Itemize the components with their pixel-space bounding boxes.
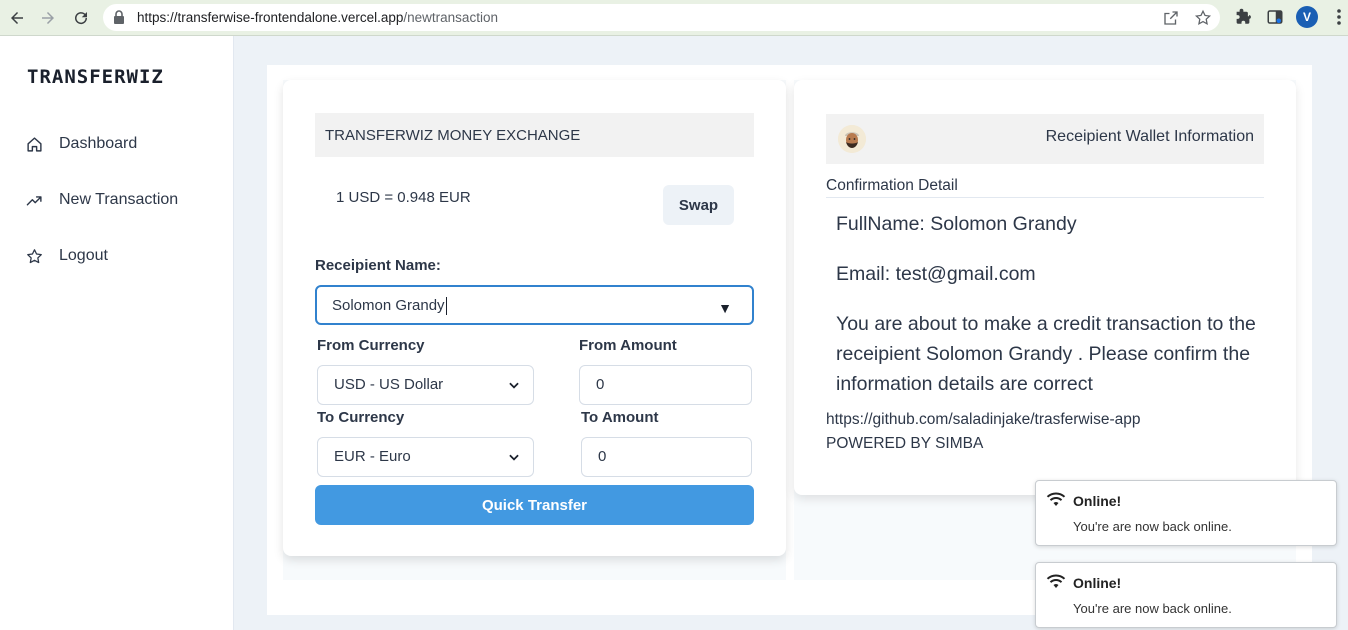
to-currency-value: EUR - Euro xyxy=(334,448,411,465)
text-cursor xyxy=(445,297,447,316)
toast-title: Online! xyxy=(1073,575,1122,591)
divider xyxy=(826,197,1264,198)
from-currency-select[interactable]: USD - US Dollar xyxy=(317,365,534,405)
reload-icon[interactable] xyxy=(69,6,93,30)
sidebar-item-dashboard[interactable]: Dashboard xyxy=(26,132,137,156)
url-path: /newtransaction xyxy=(403,10,498,25)
home-icon xyxy=(27,136,42,152)
recipient-fullname: FullName: Solomon Grandy xyxy=(836,213,1077,235)
confirmation-message: You are about to make a credit transacti… xyxy=(836,313,1256,395)
browser-toolbar: https://transferwise-frontendalone.verce… xyxy=(0,0,1348,36)
url-host: https://transferwise-frontendalone.verce… xyxy=(137,10,404,25)
dropdown-triangle-icon: ▼ xyxy=(718,300,732,316)
from-amount-label: From Amount xyxy=(579,337,677,354)
swap-button[interactable]: Swap xyxy=(663,185,734,225)
exchange-rate: 1 USD = 0.948 EUR xyxy=(336,189,471,206)
chevron-down-icon xyxy=(509,382,519,389)
trending-up-icon xyxy=(26,195,42,205)
to-currency-label: To Currency xyxy=(317,409,405,426)
quick-transfer-button[interactable]: Quick Transfer xyxy=(315,485,754,525)
star-icon xyxy=(27,248,42,263)
forward-icon[interactable] xyxy=(36,6,60,30)
extensions-icon[interactable] xyxy=(1234,8,1252,26)
online-toast[interactable]: Online! You're are now back online. xyxy=(1035,480,1337,546)
from-currency-value: USD - US Dollar xyxy=(334,376,444,393)
lock-icon xyxy=(114,10,124,24)
wifi-icon xyxy=(1046,574,1066,588)
to-amount-value: 0 xyxy=(598,448,607,465)
sidebar: TRANSFERWIZ Dashboard New Transaction Lo… xyxy=(0,36,234,630)
to-currency-select[interactable]: EUR - Euro xyxy=(317,437,534,477)
address-bar[interactable]: https://transferwise-frontendalone.verce… xyxy=(103,4,1220,31)
brand-logo[interactable]: TRANSFERWIZ xyxy=(27,66,164,88)
url-text: https://transferwise-frontendalone.verce… xyxy=(137,10,498,25)
powered-by-text: POWERED BY SIMBA xyxy=(826,435,984,452)
sidebar-item-new-transaction[interactable]: New Transaction xyxy=(26,188,178,212)
online-toast[interactable]: Online! You're are now back online. xyxy=(1035,562,1337,628)
toast-message: You're are now back online. xyxy=(1073,601,1232,616)
from-amount-value: 0 xyxy=(596,376,605,393)
from-amount-input[interactable]: 0 xyxy=(579,365,752,405)
chevron-down-icon xyxy=(509,454,519,461)
share-icon[interactable] xyxy=(1162,9,1180,27)
sidebar-item-logout[interactable]: Logout xyxy=(26,244,108,268)
recipient-select[interactable]: Solomon Grandy ▼ xyxy=(315,285,754,325)
sidebar-item-label: New Transaction xyxy=(59,191,179,208)
toast-title: Online! xyxy=(1073,493,1122,509)
toast-message: You're are now back online. xyxy=(1073,519,1232,534)
sidebar-item-label: Logout xyxy=(59,247,108,264)
from-currency-label: From Currency xyxy=(317,337,425,354)
wifi-icon xyxy=(1046,492,1066,506)
sidebar-item-label: Dashboard xyxy=(59,135,138,152)
confirmation-title: Confirmation Detail xyxy=(826,177,958,194)
github-link[interactable]: https://github.com/saladinjake/trasferwi… xyxy=(826,411,1140,429)
recipient-email: Email: test@gmail.com xyxy=(836,263,1036,285)
exchange-header: TRANSFERWIZ MONEY EXCHANGE xyxy=(315,113,754,157)
recipient-label: Receipient Name: xyxy=(315,257,441,274)
bookmark-star-icon[interactable] xyxy=(1194,9,1212,27)
back-icon[interactable] xyxy=(5,6,29,30)
recipient-avatar xyxy=(838,125,866,153)
to-amount-input[interactable]: 0 xyxy=(581,437,752,477)
menu-kebab-icon[interactable] xyxy=(1331,8,1347,26)
profile-avatar[interactable]: V xyxy=(1296,6,1318,28)
wallet-header: Receipient Wallet Information xyxy=(826,114,1264,164)
recipient-value: Solomon Grandy xyxy=(332,297,445,314)
side-panel-icon[interactable] xyxy=(1266,8,1284,26)
wallet-title: Receipient Wallet Information xyxy=(1045,128,1254,145)
to-amount-label: To Amount xyxy=(581,409,659,426)
